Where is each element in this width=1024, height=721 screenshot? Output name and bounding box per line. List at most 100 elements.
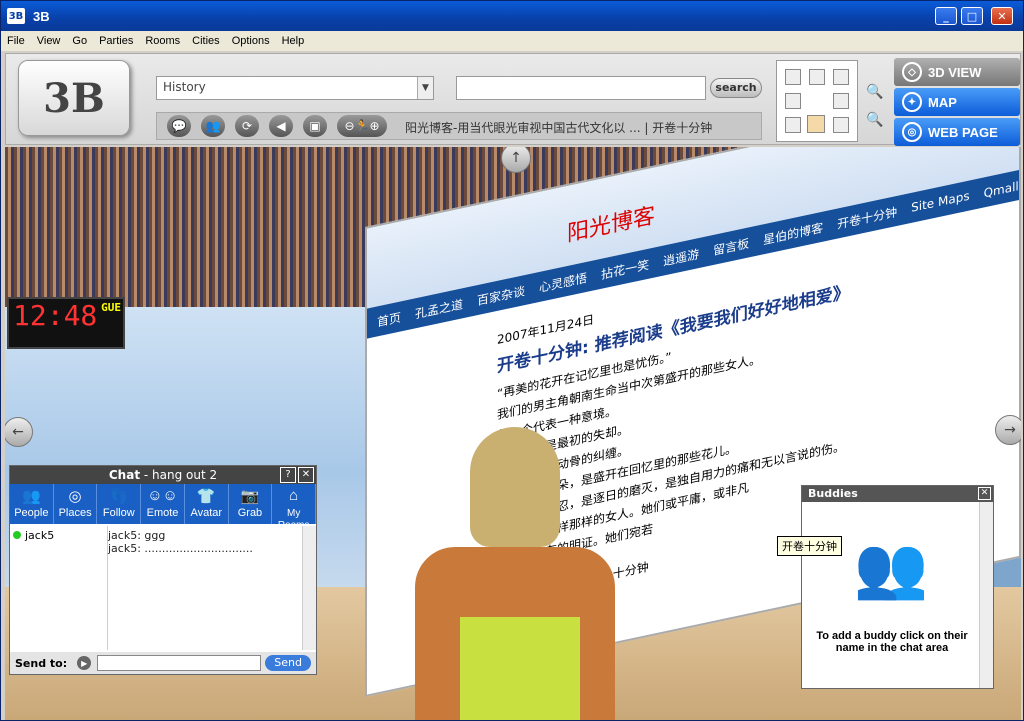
map-button[interactable]: ✦ MAP xyxy=(894,88,1020,116)
scoreboard-time: 12:48 xyxy=(13,299,98,332)
web-page-button[interactable]: ◎ WEB PAGE xyxy=(894,118,1020,146)
avatar-hair xyxy=(470,427,560,547)
buddies-title: Buddies xyxy=(808,487,858,500)
cube-icon: ◇ xyxy=(902,62,922,82)
menu-view[interactable]: View xyxy=(31,35,67,47)
title-bar: 3B 3B _ □ ✕ xyxy=(1,1,1023,31)
blog-title: 阳光博客 xyxy=(567,203,656,248)
menu-options[interactable]: Options xyxy=(226,35,276,47)
people-label: People xyxy=(14,507,49,519)
chat-user[interactable]: jack5 xyxy=(13,529,104,542)
blog-nav-item[interactable]: 开卷十分钟 xyxy=(837,202,897,232)
chat-message: jack5: ggg xyxy=(108,529,166,542)
blog-nav-item[interactable]: Site Maps xyxy=(911,188,969,214)
chat-user-list: jack5 xyxy=(10,526,108,650)
globe-icon: ◎ xyxy=(902,122,922,142)
follow-label: Follow xyxy=(102,507,135,519)
search-input[interactable] xyxy=(456,76,706,100)
menu-parties[interactable]: Parties xyxy=(93,35,139,47)
camera-icon: 📷 xyxy=(240,488,260,505)
refresh-icon[interactable]: ⟳ xyxy=(235,115,259,137)
follow-icon: 👣 xyxy=(109,488,129,505)
people-button[interactable]: 👥 People xyxy=(10,484,54,524)
help-icon[interactable]: ? xyxy=(280,467,296,483)
follow-button[interactable]: 👣 Follow xyxy=(97,484,142,524)
zoom-in-icon[interactable]: 🔍 xyxy=(866,84,883,100)
3d-view-label: 3D VIEW xyxy=(928,64,982,80)
chat-bubble-icon[interactable]: 💬 xyxy=(167,115,191,137)
history-dropdown[interactable]: History ▼ xyxy=(156,76,434,100)
send-row: Send to: ▶ Send xyxy=(10,652,316,674)
speed-control-icon[interactable]: ⊖🏃⊕ xyxy=(337,115,387,137)
close-button[interactable]: ✕ xyxy=(991,7,1013,25)
3d-view-button[interactable]: ◇ 3D VIEW xyxy=(894,58,1020,86)
menu-help[interactable]: Help xyxy=(276,35,311,47)
nav-icon-bar: 💬 👥 ⟳ ◀ ▣ ⊖🏃⊕ 阳光博客-用当代眼光审视中国古代文化以 ... | … xyxy=(156,112,762,140)
blog-nav-item[interactable]: 星伯的博客 xyxy=(763,218,823,248)
chat-user-name[interactable]: jack5 xyxy=(25,529,54,542)
minimize-button[interactable]: _ xyxy=(935,7,957,25)
send-button[interactable]: Send xyxy=(265,655,312,671)
close-icon[interactable]: ✕ xyxy=(978,487,991,500)
chat-scrollbar[interactable] xyxy=(302,526,316,650)
online-status-icon xyxy=(13,531,21,539)
app-logo[interactable]: 3B xyxy=(18,60,130,136)
search-button[interactable]: search xyxy=(710,78,762,98)
page-title: 阳光博客-用当代眼光审视中国古代文化以 ... | 开卷十分钟 xyxy=(405,121,713,135)
blog-nav-item[interactable]: 拈花一笑 xyxy=(601,255,649,282)
avatar-dress xyxy=(460,617,580,720)
chat-action-bar: 👥 People ◎ Places 👣 Follow ☺☺ Emote 👕 Avatar … xyxy=(10,484,317,531)
chat-title-bar: Chat - hang out 2 ? ✕ xyxy=(10,466,316,484)
avatar[interactable] xyxy=(415,427,615,720)
zoom-out-icon[interactable]: 🔍 xyxy=(866,112,883,128)
buddies-scrollbar[interactable] xyxy=(979,502,993,688)
menu-cities[interactable]: Cities xyxy=(186,35,226,47)
chat-title: Chat xyxy=(108,468,141,482)
tooltip: 开卷十分钟 xyxy=(777,536,842,556)
minimap-current-room xyxy=(807,115,825,133)
blog-nav-item[interactable]: 逍遥游 xyxy=(663,244,699,269)
play-icon[interactable]: ▶ xyxy=(77,656,92,670)
arrow-right-icon[interactable]: → xyxy=(995,415,1021,445)
compass-icon: ✦ xyxy=(902,92,922,112)
pointer-icon[interactable]: ◀ xyxy=(269,115,293,137)
emote-button[interactable]: ☺☺ Emote xyxy=(141,484,185,524)
minimap[interactable] xyxy=(776,60,858,142)
buddies-title-bar: Buddies ✕ xyxy=(802,486,993,502)
buddies-panel: Buddies ✕ 👥 To add a buddy click on thei… xyxy=(801,485,994,689)
places-button[interactable]: ◎ Places xyxy=(54,484,98,524)
grab-button[interactable]: 📷 Grab xyxy=(229,484,273,524)
chat-message: jack5: ............................... xyxy=(108,542,253,555)
app-window: 3B 3B _ □ ✕ File View Go Parties Rooms C… xyxy=(0,0,1024,721)
blog-nav-item[interactable]: 百家杂谈 xyxy=(477,281,525,308)
globe-icon: ◎ xyxy=(68,488,82,505)
toolbar: 3B History ▼ search 💬 👥 ⟳ ◀ ▣ ⊖🏃⊕ 阳光博客-用… xyxy=(5,53,1021,146)
menu-file[interactable]: File xyxy=(1,35,31,47)
blog-nav-item[interactable]: 留言板 xyxy=(713,234,749,259)
blog-nav-item[interactable]: 首页 xyxy=(377,308,401,330)
blog-nav-item[interactable]: 心灵感悟 xyxy=(539,268,587,295)
scoreboard: 12:48 GUE xyxy=(7,297,125,349)
menu-go[interactable]: Go xyxy=(66,35,93,47)
blog-nav-item[interactable]: 孔孟之道 xyxy=(415,295,463,322)
emote-label: Emote xyxy=(146,507,179,519)
close-icon[interactable]: ✕ xyxy=(298,467,314,483)
people-icon[interactable]: 👥 xyxy=(201,115,225,137)
web-page-label: WEB PAGE xyxy=(928,124,998,140)
cube-icon[interactable]: ▣ xyxy=(303,115,327,137)
chat-messages: jack5: ggg jack5: ......................… xyxy=(108,526,302,650)
avatar-label: Avatar xyxy=(190,507,223,519)
map-label: MAP xyxy=(928,94,957,110)
maximize-button[interactable]: □ xyxy=(961,7,983,25)
people-icon: 👥 xyxy=(22,488,41,505)
menu-rooms[interactable]: Rooms xyxy=(139,35,186,47)
scoreboard-label: GUE xyxy=(101,301,121,314)
send-to-label: Send to: xyxy=(15,656,68,670)
avatar-button[interactable]: 👕 Avatar xyxy=(185,484,229,524)
shirt-icon: 👕 xyxy=(196,488,216,505)
my-rooms-button[interactable]: ⌂ My Rooms xyxy=(272,484,317,531)
chevron-down-icon[interactable]: ▼ xyxy=(417,77,433,99)
blog-nav-item[interactable]: Qmall主页 xyxy=(984,171,1021,201)
chat-input[interactable] xyxy=(97,655,262,671)
menu-bar: File View Go Parties Rooms Cities Option… xyxy=(1,31,1023,51)
